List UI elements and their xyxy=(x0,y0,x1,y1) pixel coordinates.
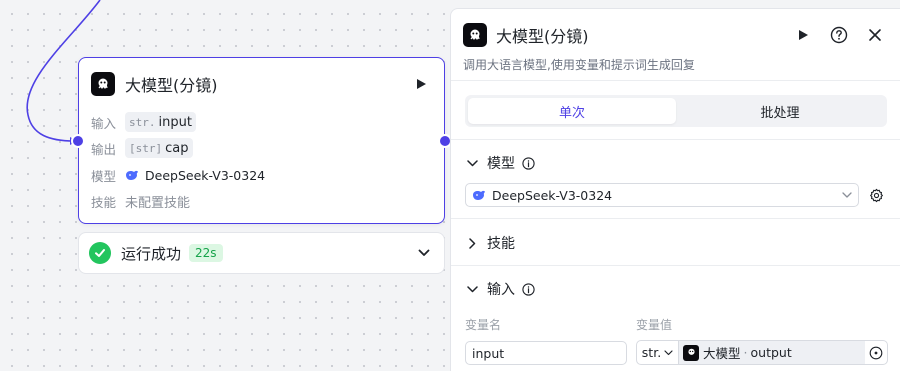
input-label: 输入 xyxy=(91,115,117,131)
node-logo-icon xyxy=(91,72,115,96)
panel-actions xyxy=(792,24,886,46)
model-section-header[interactable]: 模型 xyxy=(465,153,535,173)
workflow-canvas[interactable]: 大模型(分镜) 输入 str. input 输出 [str] cap 模型 De… xyxy=(0,0,900,371)
run-node-button[interactable] xyxy=(410,73,432,95)
variable-reference-chip[interactable]: 大模型 · output xyxy=(679,341,865,364)
panel-header: 大模型(分镜) xyxy=(463,21,886,49)
node-model-row: 模型 DeepSeek-V3-0324 xyxy=(91,165,265,185)
divider xyxy=(451,218,900,219)
variable-value-field: str. 大模型 · output xyxy=(636,340,888,365)
variable-name-input[interactable] xyxy=(465,341,627,365)
model-section-title: 模型 xyxy=(487,156,515,172)
gear-icon xyxy=(869,188,883,202)
panel-title: 大模型(分镜) xyxy=(496,27,589,46)
tab-single[interactable]: 单次 xyxy=(468,98,676,124)
node-header: 大模型(分镜) xyxy=(91,71,432,97)
output-variable-chip: [str] cap xyxy=(125,138,193,158)
play-icon xyxy=(417,79,426,89)
status-text: 运行成功 xyxy=(121,244,182,263)
input-section-title: 输入 xyxy=(487,282,515,298)
chevron-down-icon xyxy=(465,156,479,170)
close-button[interactable] xyxy=(864,24,886,46)
whale-icon xyxy=(473,190,485,200)
check-icon xyxy=(89,242,111,264)
chevron-down-icon xyxy=(418,249,430,256)
skill-label: 技能 xyxy=(91,194,117,210)
model-name: DeepSeek-V3-0324 xyxy=(145,167,266,183)
model-label: 模型 xyxy=(91,168,117,184)
close-icon xyxy=(869,29,881,41)
panel-description: 调用大语言模型,使用变量和提示词生成回复 xyxy=(463,58,695,72)
skills-section-header[interactable]: 技能 xyxy=(465,233,515,253)
divider xyxy=(451,80,900,81)
input-variable-chip: str. input xyxy=(125,112,196,132)
duration-badge: 22s xyxy=(189,244,223,262)
node-input-row: 输入 str. input xyxy=(91,112,196,132)
help-icon xyxy=(830,26,848,44)
selected-model: DeepSeek-V3-0324 xyxy=(492,187,613,203)
variable-type-select[interactable]: str. xyxy=(637,341,679,364)
model-settings-button[interactable] xyxy=(867,186,885,204)
run-mode-tabs: 单次 批处理 xyxy=(465,95,887,127)
skill-value: 未配置技能 xyxy=(125,195,191,211)
output-variable-name: cap xyxy=(165,140,189,156)
skills-section-title: 技能 xyxy=(487,236,515,252)
input-section-header[interactable]: 输入 xyxy=(465,279,535,299)
run-status-card[interactable]: 运行成功 22s xyxy=(78,232,445,274)
variable-type: str. xyxy=(641,345,662,360)
options-icon xyxy=(869,346,883,359)
llm-node-card[interactable]: 大模型(分镜) 输入 str. input 输出 [str] cap 模型 De… xyxy=(78,57,445,224)
tab-batch[interactable]: 批处理 xyxy=(676,98,884,124)
expand-status-button[interactable] xyxy=(414,243,434,263)
chevron-down-icon xyxy=(664,349,673,355)
string-type-tag: str. xyxy=(129,115,156,129)
play-icon xyxy=(799,30,808,40)
help-button[interactable] xyxy=(828,24,850,46)
node-logo-icon xyxy=(463,23,487,47)
model-select[interactable]: DeepSeek-V3-0324 xyxy=(465,183,859,207)
variable-name-column-label: 变量名 xyxy=(465,318,502,332)
chevron-down-icon xyxy=(465,282,479,296)
node-output-row: 输出 [str] cap xyxy=(91,138,193,158)
output-label: 输出 xyxy=(91,141,117,157)
divider xyxy=(451,139,900,140)
reference-variable-name: output xyxy=(750,345,792,360)
input-port[interactable] xyxy=(71,134,85,148)
chevron-down-icon xyxy=(842,192,852,198)
reference-node-name: 大模型 xyxy=(703,346,741,361)
whale-icon xyxy=(126,170,138,180)
chevron-right-icon xyxy=(465,236,479,250)
divider xyxy=(451,265,900,266)
input-variable-name: input xyxy=(158,114,192,130)
node-logo-icon xyxy=(683,344,699,361)
array-type-tag: [str] xyxy=(129,141,163,155)
node-settings-panel: 大模型(分镜) 调用大语言模型,使用变量和提示词生成回复 单次 批处理 模型 D… xyxy=(450,8,900,371)
reference-separator: · xyxy=(743,345,748,360)
node-title: 大模型(分镜) xyxy=(125,76,218,95)
info-icon[interactable] xyxy=(521,156,535,170)
variable-value-column-label: 变量值 xyxy=(636,318,673,332)
node-skill-row: 技能 未配置技能 xyxy=(91,191,190,211)
run-button[interactable] xyxy=(792,24,814,46)
info-icon[interactable] xyxy=(521,282,535,296)
reference-options-button[interactable] xyxy=(865,341,887,364)
